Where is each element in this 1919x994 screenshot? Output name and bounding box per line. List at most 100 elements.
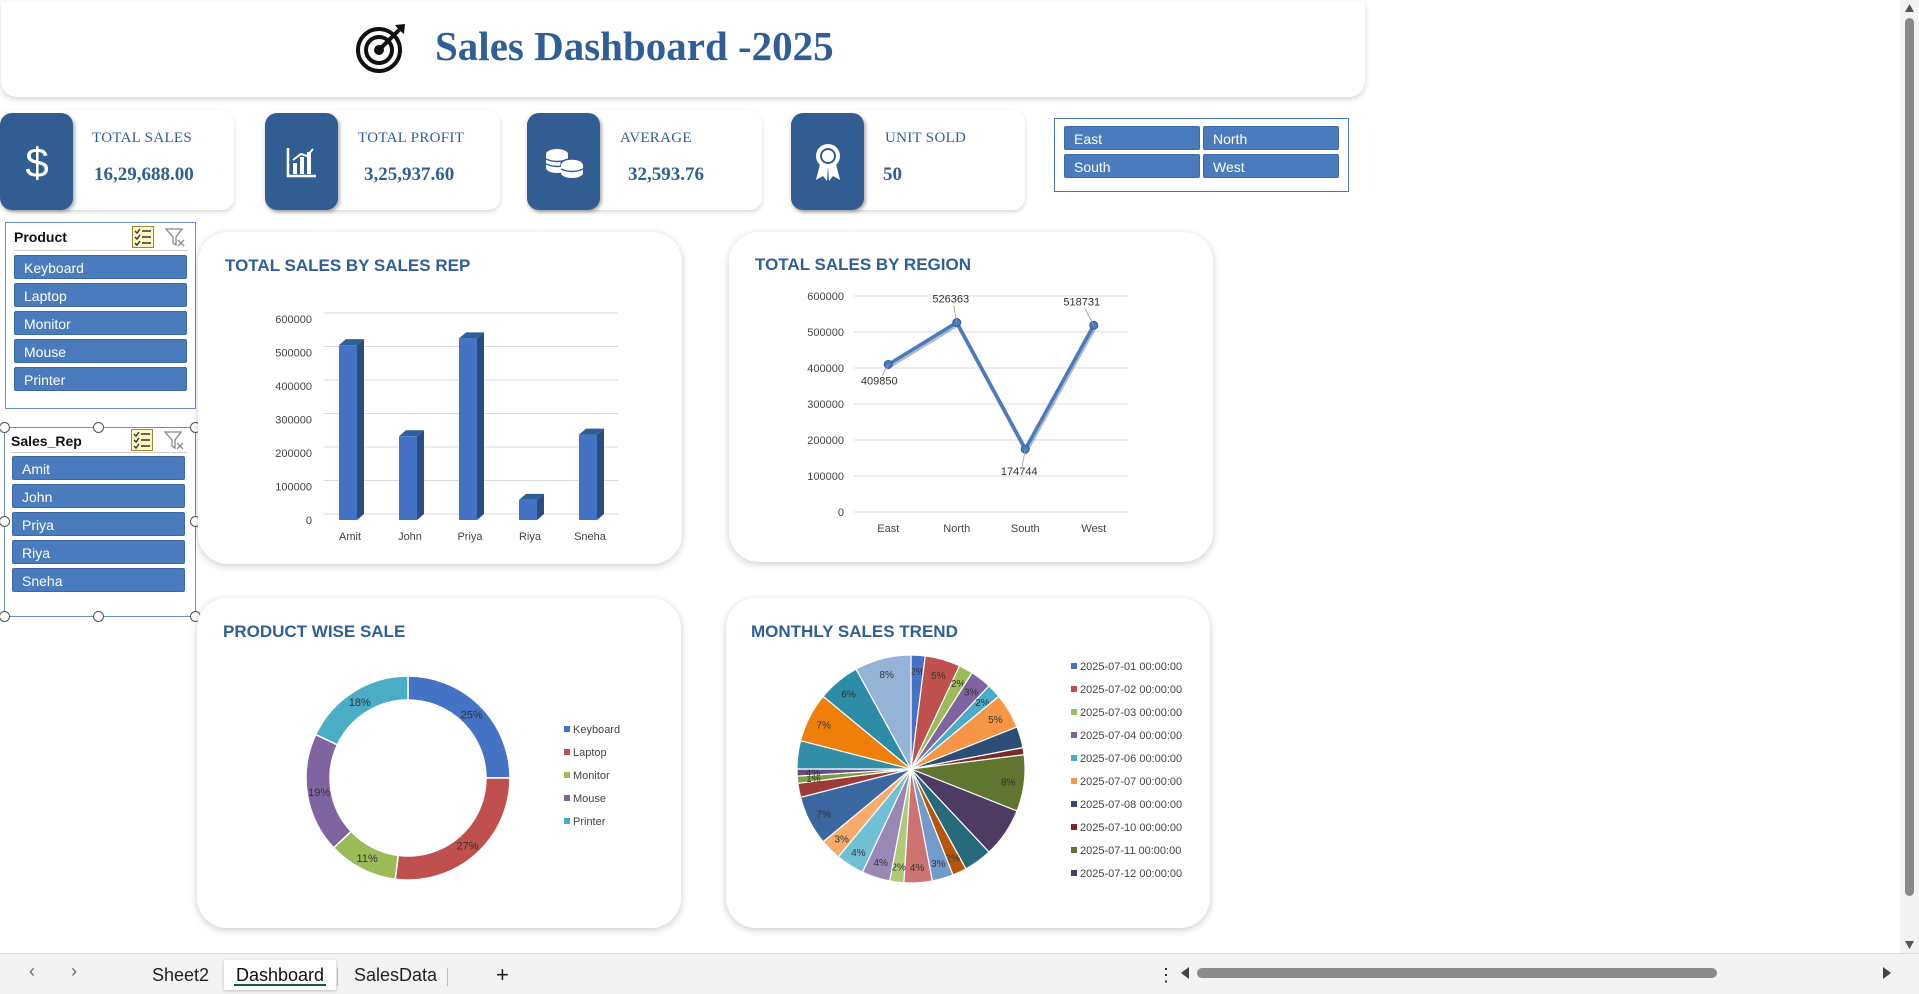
prev-sheet-icon[interactable]: ‹ <box>29 961 35 982</box>
label-leader <box>1084 308 1095 326</box>
resize-handle[interactable] <box>0 611 10 622</box>
legend-label: 2025-07-11 00:00:00 <box>1080 845 1181 857</box>
data-label: 526363 <box>932 294 969 306</box>
legend-label: Printer <box>573 816 606 828</box>
legend-label: Keyboard <box>573 724 620 736</box>
slicer-item-john[interactable]: John <box>12 484 185 508</box>
region-slicer: East North South West <box>1054 118 1349 192</box>
y-tick-label: 600000 <box>807 291 844 303</box>
legend-label: 2025-07-12 00:00:00 <box>1080 868 1182 880</box>
slicer-item-sneha[interactable]: Sneha <box>12 568 185 592</box>
slice-label: 2% <box>891 862 906 873</box>
donut-slice <box>394 777 511 881</box>
add-sheet-button[interactable]: + <box>484 960 521 990</box>
slice-label: 5% <box>931 671 946 682</box>
slicer-item-north[interactable]: North <box>1203 126 1339 150</box>
page-title: Sales Dashboard -2025 <box>435 23 834 69</box>
slice-label: 8% <box>1001 777 1016 788</box>
slicer-item-printer[interactable]: Printer <box>14 367 187 391</box>
resize-handle[interactable] <box>93 611 104 622</box>
svg-text:$: $ <box>25 139 48 185</box>
monthly-sales-trend-chart[interactable]: MONTHLY SALES TREND 2% 5% 2% 3% 2% 5% 8% 2% 3% 4%… <box>726 598 1210 928</box>
multi-select-icon[interactable] <box>131 429 153 451</box>
legend-label: 2025-07-01 00:00:00 <box>1080 661 1182 673</box>
scroll-down-icon[interactable] <box>1904 940 1915 950</box>
legend-swatch <box>1071 778 1077 784</box>
slicer-item-priya[interactable]: Priya <box>12 512 185 536</box>
resize-handle[interactable] <box>93 422 104 433</box>
vertical-scroll-thumb[interactable] <box>1905 18 1914 896</box>
legend-label: 2025-07-02 00:00:00 <box>1080 684 1182 696</box>
x-tick-label: South <box>1011 523 1040 535</box>
legend-swatch <box>564 818 570 824</box>
bar <box>399 436 417 520</box>
legend-swatch <box>564 772 570 778</box>
award-ribbon-icon <box>815 143 840 181</box>
slicer-item-west[interactable]: West <box>1203 154 1339 178</box>
sales-by-region-chart[interactable]: TOTAL SALES BY REGION 0 100000 200000 30000… <box>729 232 1213 562</box>
x-tick-label: Riya <box>519 531 542 543</box>
legend-label: Laptop <box>573 747 607 759</box>
scroll-right-icon[interactable] <box>1882 966 1892 980</box>
legend-swatch <box>1071 709 1077 715</box>
data-label: 409850 <box>861 375 898 387</box>
slicer-item-monitor[interactable]: Monitor <box>14 311 187 335</box>
data-point <box>883 359 893 369</box>
sales-rep-slicer[interactable]: Sales_Rep Amit John Priya Riya Sneha <box>4 427 196 617</box>
kpi-label: UNIT SOLD <box>885 130 967 146</box>
legend-swatch <box>1071 686 1077 692</box>
legend-swatch <box>564 726 570 732</box>
sales-by-rep-chart[interactable]: TOTAL SALES BY SALES REP 0 100000 200000 30… <box>198 232 682 564</box>
x-tick-label: John <box>398 531 422 543</box>
target-arrow-icon <box>356 24 405 73</box>
donut-slice <box>314 675 409 746</box>
y-tick-label: 0 <box>306 515 312 527</box>
slicer-divider <box>14 250 188 251</box>
legend-swatch <box>564 749 570 755</box>
clear-filter-icon[interactable] <box>163 429 185 451</box>
legend-swatch <box>1071 663 1077 669</box>
clear-filter-icon[interactable] <box>164 226 186 248</box>
tab-salesdata[interactable]: SalesData <box>342 960 449 990</box>
kpi-label: AVERAGE <box>620 130 692 146</box>
slicer-item-east[interactable]: East <box>1064 126 1200 150</box>
slicer-item-mouse[interactable]: Mouse <box>14 339 187 363</box>
kpi-label: TOTAL SALES <box>92 130 193 146</box>
bar-side <box>597 428 604 520</box>
slicer-title: Sales_Rep <box>11 433 82 449</box>
bar <box>519 499 537 520</box>
slice-label: 18% <box>349 697 371 709</box>
slice-label: 19% <box>308 787 330 799</box>
bar-side <box>357 339 364 520</box>
slice-label: 3% <box>834 834 849 845</box>
scroll-up-icon[interactable] <box>1904 3 1915 13</box>
legend-swatch <box>564 795 570 801</box>
tab-dashboard[interactable]: Dashboard <box>224 960 337 990</box>
scroll-left-icon[interactable] <box>1180 966 1190 980</box>
slice-label: 6% <box>841 689 856 700</box>
line-chart-plot: 0 100000 200000 300000 400000 500000 600000 409… <box>807 291 1128 535</box>
multi-select-icon[interactable] <box>132 226 154 248</box>
slicer-item-laptop[interactable]: Laptop <box>14 283 187 307</box>
slicer-item-keyboard[interactable]: Keyboard <box>14 255 187 279</box>
tab-sheet2[interactable]: Sheet2 <box>140 960 221 990</box>
y-tick-label: 100000 <box>275 482 312 494</box>
slicer-item-riya[interactable]: Riya <box>12 540 185 564</box>
slice-label: 5% <box>988 715 1003 726</box>
y-tick-label: 400000 <box>807 363 844 375</box>
horizontal-scroll-thumb[interactable] <box>1197 968 1717 978</box>
y-tick-label: 300000 <box>275 415 312 427</box>
y-tick-label: 500000 <box>275 348 312 360</box>
kpi-card-total-profit: TOTAL PROFIT 3,25,937.60 <box>265 110 500 210</box>
next-sheet-icon[interactable]: › <box>71 961 77 982</box>
slicer-item-amit[interactable]: Amit <box>12 456 185 480</box>
y-tick-label: 500000 <box>807 327 844 339</box>
slicer-item-south[interactable]: South <box>1064 154 1200 178</box>
pie-chart-plot: 2% 5%2%3%2%5%8%2%3%4%2%4%4%3%7%1%4%7%6%8%… <box>796 654 1182 884</box>
y-tick-label: 200000 <box>275 448 312 460</box>
bar-side <box>477 332 484 520</box>
vertical-scrollbar[interactable] <box>1900 0 1919 953</box>
product-wise-sale-chart[interactable]: PRODUCT WISE SALE 25% 27% 11% 19% 18% Keyboar… <box>197 598 681 928</box>
coins-tile <box>527 113 600 210</box>
dollar-icon: $ <box>25 139 48 185</box>
